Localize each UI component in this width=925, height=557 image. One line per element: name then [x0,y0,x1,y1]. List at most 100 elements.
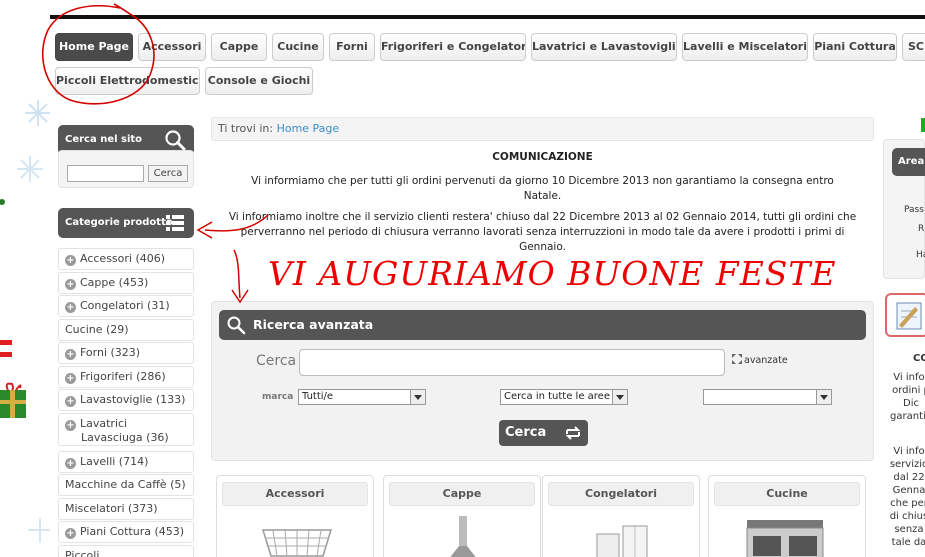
category-cucine[interactable]: Cucine (29) [58,319,194,341]
plus-icon: + [65,255,76,266]
wire-basket-image [261,529,333,557]
product-card-congelatori[interactable]: Congelatori [542,475,700,557]
left-sidebar: Cerca nel sito Cerca Categorie prodotto … [50,115,202,557]
status-indicator [921,118,925,132]
top-rule [50,15,925,19]
search-icon [165,130,186,151]
snowflake-icon [28,518,50,542]
right-notice-title: CO [913,353,925,364]
nav-frigoriferi-congelatori[interactable]: Frigoriferi e Congelatori [380,33,526,61]
nav-cappe[interactable]: Cappe [211,33,267,61]
product-card-title: Cucine [714,482,860,506]
notice-paragraph-1: Vi informiamo che per tutti gli ordini p… [251,175,834,202]
plus-icon: + [65,458,76,469]
plus-icon: + [65,528,76,539]
advanced-search-input[interactable] [299,349,725,376]
category-lavatrici-lavasciuga[interactable]: + Lavatrici Lavasciuga (36) [58,413,194,446]
category-forni[interactable]: + Forni (323) [58,342,194,364]
breadcrumb-prefix: Ti trovi in: [218,122,274,135]
product-card-cucine[interactable]: Cucine [708,475,866,557]
site-search-box: Cerca [58,150,194,188]
advanced-search-title: Ricerca avanzata [253,317,374,332]
hood-image [450,516,476,557]
product-grid: Accessori Cappe Congelatori Cucine [211,475,874,557]
notepad-icon [896,302,922,330]
main-content: Ti trovi in: Home Page COMUNICAZIONE Vi … [211,115,874,557]
nav-home-page[interactable]: Home Page [55,33,133,61]
category-miscelatori[interactable]: Miscelatori (373) [58,498,194,520]
nav-accessori[interactable]: Accessori [138,33,206,61]
nav-console-giochi[interactable]: Console e Giochi [205,67,313,95]
password-label-fragment: Pass [904,205,924,215]
product-card-title: Accessori [222,482,368,506]
category-lavelli[interactable]: + Lavelli (714) [58,451,194,473]
category-piccoli-elettrodomestici[interactable]: Piccoli Elettrodomestici [58,545,194,557]
plus-icon: + [65,396,76,407]
brand-select[interactable]: Tutti/e [298,389,426,405]
product-card-accessori[interactable]: Accessori [216,475,374,557]
breadcrumb-home-link[interactable]: Home Page [277,122,340,135]
list-icon [166,215,184,231]
gift-box-icon [0,382,26,418]
main-nav: Home Page Accessori Cappe Cucine Forni F… [55,33,925,97]
nav-lavatrici-lavastoviglie[interactable]: Lavatrici e Lavastoviglie [531,33,677,61]
brand-label: marca [262,392,294,402]
advanced-search-header: Ricerca avanzata [219,310,866,340]
plus-icon: + [65,349,76,360]
advanced-toggle-link[interactable]: avanzate [732,354,788,366]
category-accessori[interactable]: + Accessori (406) [58,248,194,270]
site-search-button[interactable]: Cerca [148,165,188,182]
swap-arrows-icon [565,426,581,440]
ornament-bar [0,340,12,345]
label-fragment: Ha [916,250,925,260]
product-card-cappe[interactable]: Cappe [383,475,541,557]
right-sidebar: Area Pass R Ha CO Vi infor ordini p Dic … [883,115,925,557]
login-panel: Area Pass R Ha [883,139,925,279]
nav-piani-cottura[interactable]: Piani Cottura [813,33,897,61]
category-macchine-caffe[interactable]: Macchine da Caffè (5) [58,474,194,496]
label-fragment: R [918,224,925,234]
notice-title: COMUNICAZIONE [492,151,593,163]
snowflake-icon [25,100,50,126]
chevron-down-icon [612,390,627,404]
holly-leaf-icon [0,199,5,205]
extra-select[interactable] [703,389,832,405]
christmas-decoration [0,100,50,542]
categories-header: Categorie prodotto [58,208,194,238]
nav-cucine[interactable]: Cucine [272,33,324,61]
product-card-title: Cappe [389,482,535,506]
login-panel-header: Area [892,148,925,176]
advanced-search-panel: Ricerca avanzata Cerca avanzate marca Tu… [211,301,874,461]
edit-notepad-icon[interactable] [885,293,925,337]
nav-truncated[interactable]: SC [902,33,925,61]
category-congelatori[interactable]: + Congelatori (31) [58,295,194,317]
area-select[interactable]: Cerca in tutte le aree [500,389,628,405]
range-cooker-image [746,520,824,557]
category-lavastoviglie[interactable]: + Lavastoviglie (133) [58,389,194,411]
notice-paragraph-2: Vi informiamo inoltre che il servizio cl… [228,211,857,253]
product-card-title: Congelatori [548,482,694,506]
site-search-input[interactable] [67,165,144,182]
nav-forni[interactable]: Forni [329,33,375,61]
ornament-bar [0,352,12,357]
advanced-search-submit[interactable]: Cerca [499,420,588,446]
nav-lavelli-miscelatori[interactable]: Lavelli e Miscelatori [682,33,808,61]
freezer-image [596,525,648,557]
plus-icon: + [65,279,76,290]
holiday-greeting: VI AUGURIAMO BUONE FESTE [268,254,837,293]
magnifier-icon [227,316,246,335]
snowflake-icon [17,156,43,182]
category-frigoriferi[interactable]: + Frigoriferi (286) [58,366,194,388]
plus-icon: + [65,420,76,431]
categories-title: Categorie prodotto [65,217,173,228]
nav-piccoli-elettrodomestici[interactable]: Piccoli Elettrodomestici [55,67,200,95]
right-notice-text-1: Vi infor ordini p Dic garantia [890,372,925,422]
right-notice-text-2: Vi info servizio dal 22 Genna che per di… [889,446,925,548]
plus-icon: + [65,373,76,384]
chevron-down-icon [410,390,425,404]
breadcrumb: Ti trovi in: Home Page [211,117,874,141]
category-cappe[interactable]: + Cappe (453) [58,272,194,294]
plus-icon: + [65,302,76,313]
category-piani-cottura[interactable]: + Piani Cottura (453) [58,521,194,543]
search-label: Cerca [256,353,297,369]
